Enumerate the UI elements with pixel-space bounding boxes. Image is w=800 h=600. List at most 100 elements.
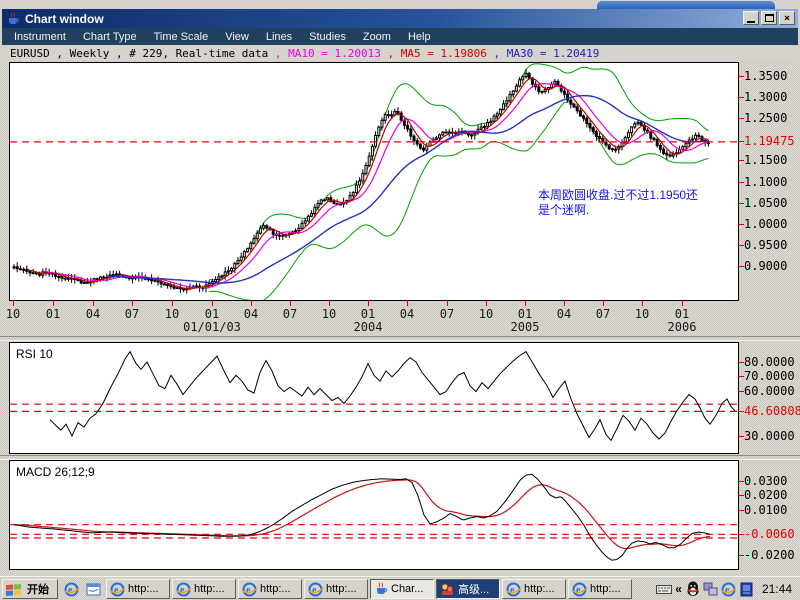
chart-info-bar: EURUSD , Weekly , # 229, Real-time data … — [2, 45, 798, 61]
qq-icon[interactable] — [685, 581, 701, 597]
ie-icon: e — [176, 582, 191, 597]
taskbar: 开始 « e 21:44 e e http:... e http:... e http:..… — [0, 576, 800, 600]
chart-window-titlebar[interactable]: Chart window × — [2, 9, 798, 28]
menu-bar: Instrument Chart Type Time Scale View Lines S… — [2, 28, 798, 45]
x-axis-tick — [132, 300, 133, 306]
menu-lines[interactable]: Lines — [266, 31, 292, 43]
quick-launch-mail[interactable] — [84, 580, 102, 598]
x-axis-tick — [329, 300, 330, 306]
x-axis-label: 10 — [164, 307, 180, 321]
ie-icon: e — [110, 582, 125, 597]
taskbar-task-0[interactable]: e http:... — [106, 579, 170, 599]
keyboard-icon[interactable] — [656, 581, 673, 597]
x-axis-label: 04 — [85, 307, 101, 321]
x-axis-tick — [290, 300, 291, 306]
x-axis-year-label: 2005 — [510, 320, 540, 334]
x-axis-tick — [93, 300, 94, 306]
x-axis-label: 01 — [517, 307, 533, 321]
tray-chevron-icon[interactable]: « — [675, 582, 682, 596]
panel-splitter[interactable] — [0, 336, 800, 341]
x-axis-label: 07 — [595, 307, 611, 321]
y-axis-label: 1.1000 — [744, 175, 788, 189]
menu-zoom[interactable]: Zoom — [363, 31, 391, 43]
x-axis-label: 01 — [204, 307, 220, 321]
taskbar-task-4[interactable]: Char... — [370, 579, 434, 599]
x-axis-tick — [486, 300, 487, 306]
x-axis-label: 04 — [556, 307, 572, 321]
maximize-button[interactable] — [761, 11, 777, 25]
svg-text:e: e — [68, 585, 73, 596]
x-axis-label: 07 — [439, 307, 455, 321]
x-axis-tick — [564, 300, 565, 306]
x-axis-tick — [447, 300, 448, 306]
y-axis-label: 0.0200 — [744, 488, 788, 502]
task-label: http:... — [260, 583, 291, 595]
x-axis-label: 07 — [282, 307, 298, 321]
rsi-label: RSI 10 — [16, 347, 53, 361]
taskbar-task-3[interactable]: e http:... — [304, 579, 368, 599]
taskbar-task-5[interactable]: 高级... — [436, 579, 500, 599]
task-label: http:... — [194, 583, 225, 595]
desktop: Chart window × Instrument Chart Type Time … — [0, 0, 800, 600]
x-axis-label: 10 — [478, 307, 494, 321]
ie-icon: e — [308, 582, 323, 597]
minimize-button[interactable] — [743, 11, 759, 25]
x-axis-tick — [642, 300, 643, 306]
menu-instrument[interactable]: Instrument — [14, 31, 66, 43]
menu-help[interactable]: Help — [408, 31, 431, 43]
svg-text:e: e — [180, 585, 185, 596]
ie-icon: e — [506, 582, 521, 597]
x-axis-label: 10 — [5, 307, 21, 321]
java-icon — [374, 582, 388, 596]
ie-icon: e — [64, 582, 79, 597]
y-axis-label: 1.3500 — [744, 69, 788, 83]
qq-icon — [686, 581, 700, 597]
menu-time-scale[interactable]: Time Scale — [154, 31, 209, 43]
network-icon[interactable] — [703, 581, 719, 597]
taskbar-task-7[interactable]: e http:... — [568, 579, 632, 599]
task-label: http:... — [326, 583, 357, 595]
x-axis-label: 01 — [45, 307, 61, 321]
ma-value-2: , MA30 = 1.20419 — [493, 46, 600, 60]
rsi-panel[interactable]: RSI 10 — [9, 342, 739, 454]
price-chart-panel[interactable] — [9, 62, 739, 301]
background-window-titlebar[interactable] — [597, 1, 775, 9]
annotation-line1: 本周欧圆收盘.过不过1.1950还 — [538, 188, 699, 202]
x-axis-label: 01 — [360, 307, 376, 321]
keyboard-icon — [656, 583, 673, 595]
taskbar-task-2[interactable]: e http:... — [238, 579, 302, 599]
menu-chart-type[interactable]: Chart Type — [83, 31, 137, 43]
y-axis-label: 1.1500 — [744, 153, 788, 167]
x-axis-tick — [172, 300, 173, 306]
ie-icon: e — [572, 582, 587, 597]
window-title: Chart window — [25, 11, 104, 26]
x-axis-tick — [212, 300, 213, 306]
y-axis-label: 1.19475 — [744, 134, 795, 148]
start-button[interactable]: 开始 — [2, 579, 58, 599]
taskbar-task-1[interactable]: e http:... — [172, 579, 236, 599]
close-icon: × — [783, 12, 791, 24]
quick-launch-ie[interactable]: e — [62, 580, 80, 598]
y-axis-label: 30.0000 — [744, 429, 795, 443]
ie-icon: e — [242, 582, 257, 597]
svg-text:e: e — [510, 585, 515, 596]
menu-studies[interactable]: Studies — [309, 31, 346, 43]
start-label: 开始 — [27, 584, 49, 596]
task-label: Char... — [391, 583, 424, 595]
x-axis-tick — [407, 300, 408, 306]
ie-icon[interactable]: e — [721, 581, 737, 597]
close-button[interactable]: × — [779, 11, 795, 25]
ma-value-1: , MA5 = 1.19806 — [387, 46, 494, 60]
taskbar-task-6[interactable]: e http:... — [502, 579, 566, 599]
chart-annotation: 本周欧圆收盘.过不过1.1950还 是个迷啊. — [538, 188, 723, 218]
symbol-info: EURUSD , Weekly , # 229, Real-time data — [10, 46, 275, 60]
macd-panel[interactable]: MACD 26;12;9 — [9, 460, 739, 570]
mail-icon — [86, 582, 101, 597]
notebook-icon[interactable] — [739, 581, 755, 597]
task-label: http:... — [128, 583, 159, 595]
menu-view[interactable]: View — [225, 31, 249, 43]
java-icon — [6, 12, 20, 26]
svg-text:e: e — [114, 585, 119, 596]
y-axis-label: 0.0100 — [744, 503, 788, 517]
minimize-icon — [747, 21, 755, 23]
